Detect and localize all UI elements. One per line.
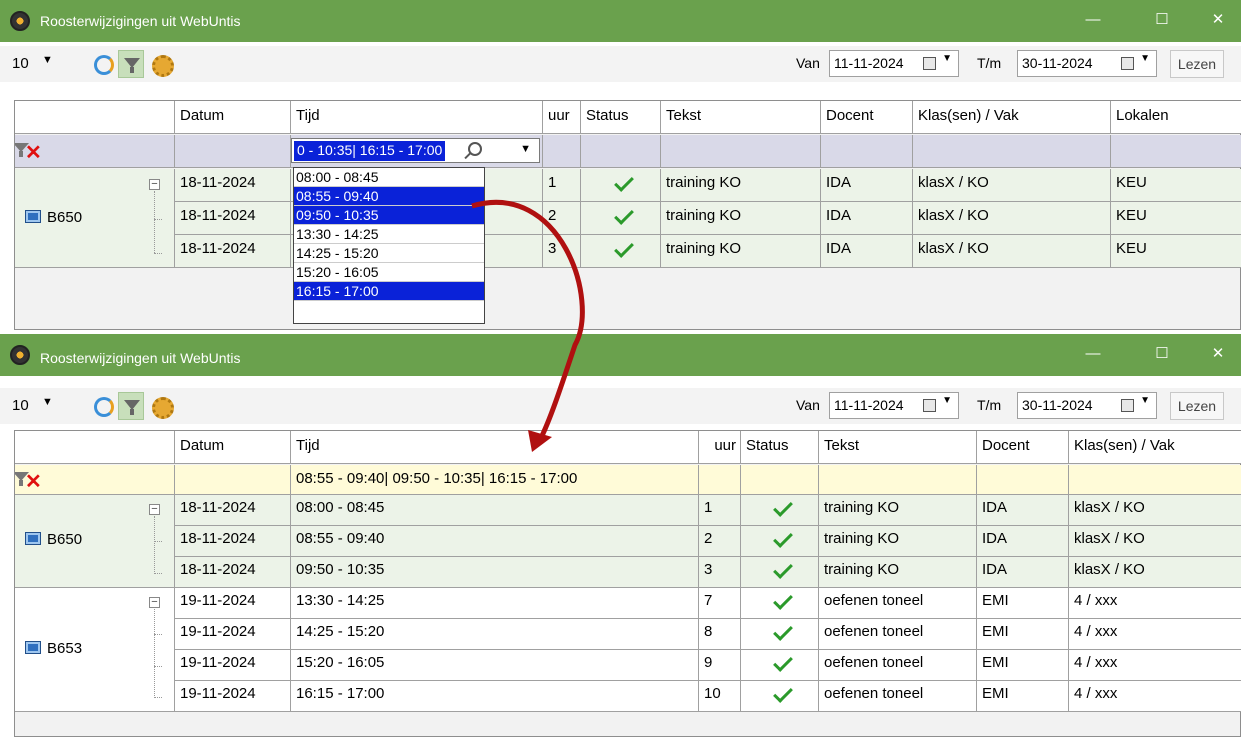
annotation-arrow: [471, 200, 585, 452]
arrow-head: [528, 430, 552, 452]
arrow-path: [471, 200, 585, 442]
